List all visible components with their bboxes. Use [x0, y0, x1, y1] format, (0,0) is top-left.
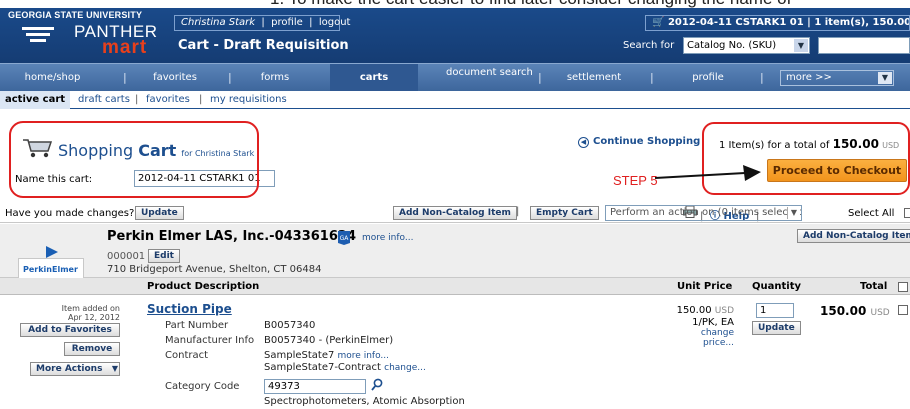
col-total: Total — [860, 281, 888, 292]
remove-item-button[interactable]: Remove — [64, 342, 120, 356]
continue-shopping-link[interactable]: ◀ Continue Shopping — [578, 136, 700, 148]
part-number-value: B0057340 — [264, 320, 316, 331]
line-total: 150.00 USD — [820, 304, 890, 318]
georgia-badge-icon: GA — [338, 231, 350, 245]
main-nav: home/shop | favorites | forms carts docu… — [0, 63, 910, 92]
search-label: Search for — [623, 40, 675, 51]
nav-home-shop[interactable]: home/shop — [0, 64, 105, 92]
header-checkbox[interactable] — [898, 282, 908, 292]
contract-label: Contract — [165, 350, 209, 361]
edit-supplier-button[interactable]: Edit — [148, 249, 180, 263]
search-type-select[interactable]: Catalog No. (SKU) ▼ — [683, 37, 810, 54]
contract-value: SampleState7 more info... — [264, 350, 389, 361]
add-non-catalog-item-button[interactable]: Add Non-Catalog Item — [393, 206, 517, 220]
col-quantity: Quantity — [752, 281, 801, 292]
contract-change-link[interactable]: change... — [384, 363, 426, 373]
category-code-input[interactable]: 49373 — [264, 379, 366, 394]
unit-price: 150.00 USD 1/PK, EA change price... — [654, 305, 734, 348]
select-all-checkbox[interactable] — [904, 208, 910, 218]
table-header: Product Description Unit Price Quantity … — [0, 278, 910, 295]
search-input[interactable] — [818, 37, 910, 54]
tab-active-cart[interactable]: active cart — [0, 91, 71, 109]
tab-draft-carts[interactable]: draft carts — [78, 91, 130, 109]
nav-profile[interactable]: profile — [680, 64, 736, 92]
item-added-date: Item added on Apr 12, 2012 — [61, 304, 120, 322]
change-price-link[interactable]: change price... — [674, 328, 734, 348]
cart-info-text: 2012-04-11 CSTARK1 01 | 1 item(s), 150.0… — [667, 17, 910, 28]
category-code-label: Category Code — [165, 381, 240, 392]
supplier-name: Perkin Elmer LAS, Inc.-043361624 — [107, 229, 356, 244]
col-product-description: Product Description — [147, 281, 260, 292]
contract-more-info-link[interactable]: more info... — [338, 351, 389, 361]
highlight-cart-name — [9, 121, 259, 198]
chevron-down-icon: ▼ — [878, 72, 892, 84]
chevron-down-icon: ▼ — [794, 39, 808, 52]
nav-settlement[interactable]: settlement — [558, 64, 630, 92]
instruction-caption: 1. To make the cart easier to find later… — [0, 0, 910, 8]
search-icon[interactable] — [371, 378, 383, 392]
chevron-down-icon: ▼ — [787, 207, 800, 219]
step-label: STEP 5 — [613, 173, 658, 188]
chevron-down-icon: ▼ — [111, 364, 118, 373]
arrow-right-icon — [654, 165, 761, 181]
item-name-link[interactable]: Suction Pipe — [147, 302, 232, 316]
logout-link[interactable]: logout — [319, 17, 351, 28]
user-box: Christina Stark | profile | logout — [174, 15, 350, 31]
update-quantity-button[interactable]: Update — [752, 321, 801, 335]
bulk-action-select[interactable]: Perform an action on (0 items selected).… — [605, 205, 802, 221]
page-title: Cart - Draft Requisition — [178, 38, 349, 53]
supplier-more-info-link[interactable]: more info... — [362, 233, 413, 243]
tab-my-requisitions[interactable]: my requisitions — [210, 91, 287, 109]
manufacturer-value: B0057340 - (PerkinElmer) — [264, 335, 394, 346]
more-menu[interactable]: more >> ▼ — [780, 70, 894, 86]
supplier-add-non-catalog-button[interactable]: Add Non-Catalog Item — [797, 229, 910, 243]
user-name: Christina Stark — [181, 17, 256, 28]
add-to-favorites-button[interactable]: Add to Favorites — [20, 323, 120, 337]
tab-favorites[interactable]: favorites — [146, 91, 190, 109]
category-description: Spectrophotometers, Atomic Absorption — [264, 396, 465, 407]
back-arrow-icon: ◀ — [578, 137, 589, 148]
cart-icon: 🛒 — [652, 17, 665, 28]
cart-info-bar[interactable]: 🛒 2012-04-11 CSTARK1 01 | 1 item(s), 150… — [645, 15, 910, 31]
changes-prompt: Have you made changes? — [5, 208, 135, 219]
quantity-input[interactable]: 1 — [756, 303, 794, 318]
supplier-logo-mark-icon — [46, 246, 58, 258]
panthermart-cart-logo-icon — [22, 27, 54, 42]
nav-favorites[interactable]: favorites — [140, 64, 210, 92]
more-actions-button[interactable]: More Actions ▼ — [30, 362, 120, 376]
col-unit-price: Unit Price — [677, 281, 733, 292]
supplier-number: 000001 — [107, 251, 146, 262]
update-cart-button[interactable]: Update — [135, 206, 184, 220]
contract-line-2: SampleState7-Contract change... — [264, 362, 426, 373]
nav-carts[interactable]: carts — [330, 64, 418, 92]
caption-text: 1. To make the cart easier to find later… — [270, 0, 791, 8]
item-select-checkbox[interactable] — [898, 305, 908, 315]
empty-cart-button[interactable]: Empty Cart — [530, 206, 599, 220]
nav-document-search[interactable]: document search — [446, 64, 533, 92]
manufacturer-label: Manufacturer Info — [165, 335, 255, 346]
select-all-label: Select All — [848, 208, 895, 219]
nav-forms[interactable]: forms — [250, 64, 300, 92]
part-number-label: Part Number — [165, 320, 229, 331]
search-type-value: Catalog No. (SKU) — [687, 40, 777, 51]
university-name: GEORGIA STATE UNIVERSITY — [8, 10, 143, 20]
profile-link[interactable]: profile — [271, 17, 303, 28]
supplier-address: 710 Bridgeport Avenue, Shelton, CT 06484 — [107, 264, 322, 275]
brand-mart: mart — [102, 37, 148, 58]
sub-nav: active cart draft carts | favorites | my… — [0, 91, 910, 109]
more-menu-label: more >> — [786, 72, 832, 83]
unit-of-measure: 1/PK, EA — [692, 317, 734, 328]
svg-text:GA: GA — [340, 235, 350, 242]
